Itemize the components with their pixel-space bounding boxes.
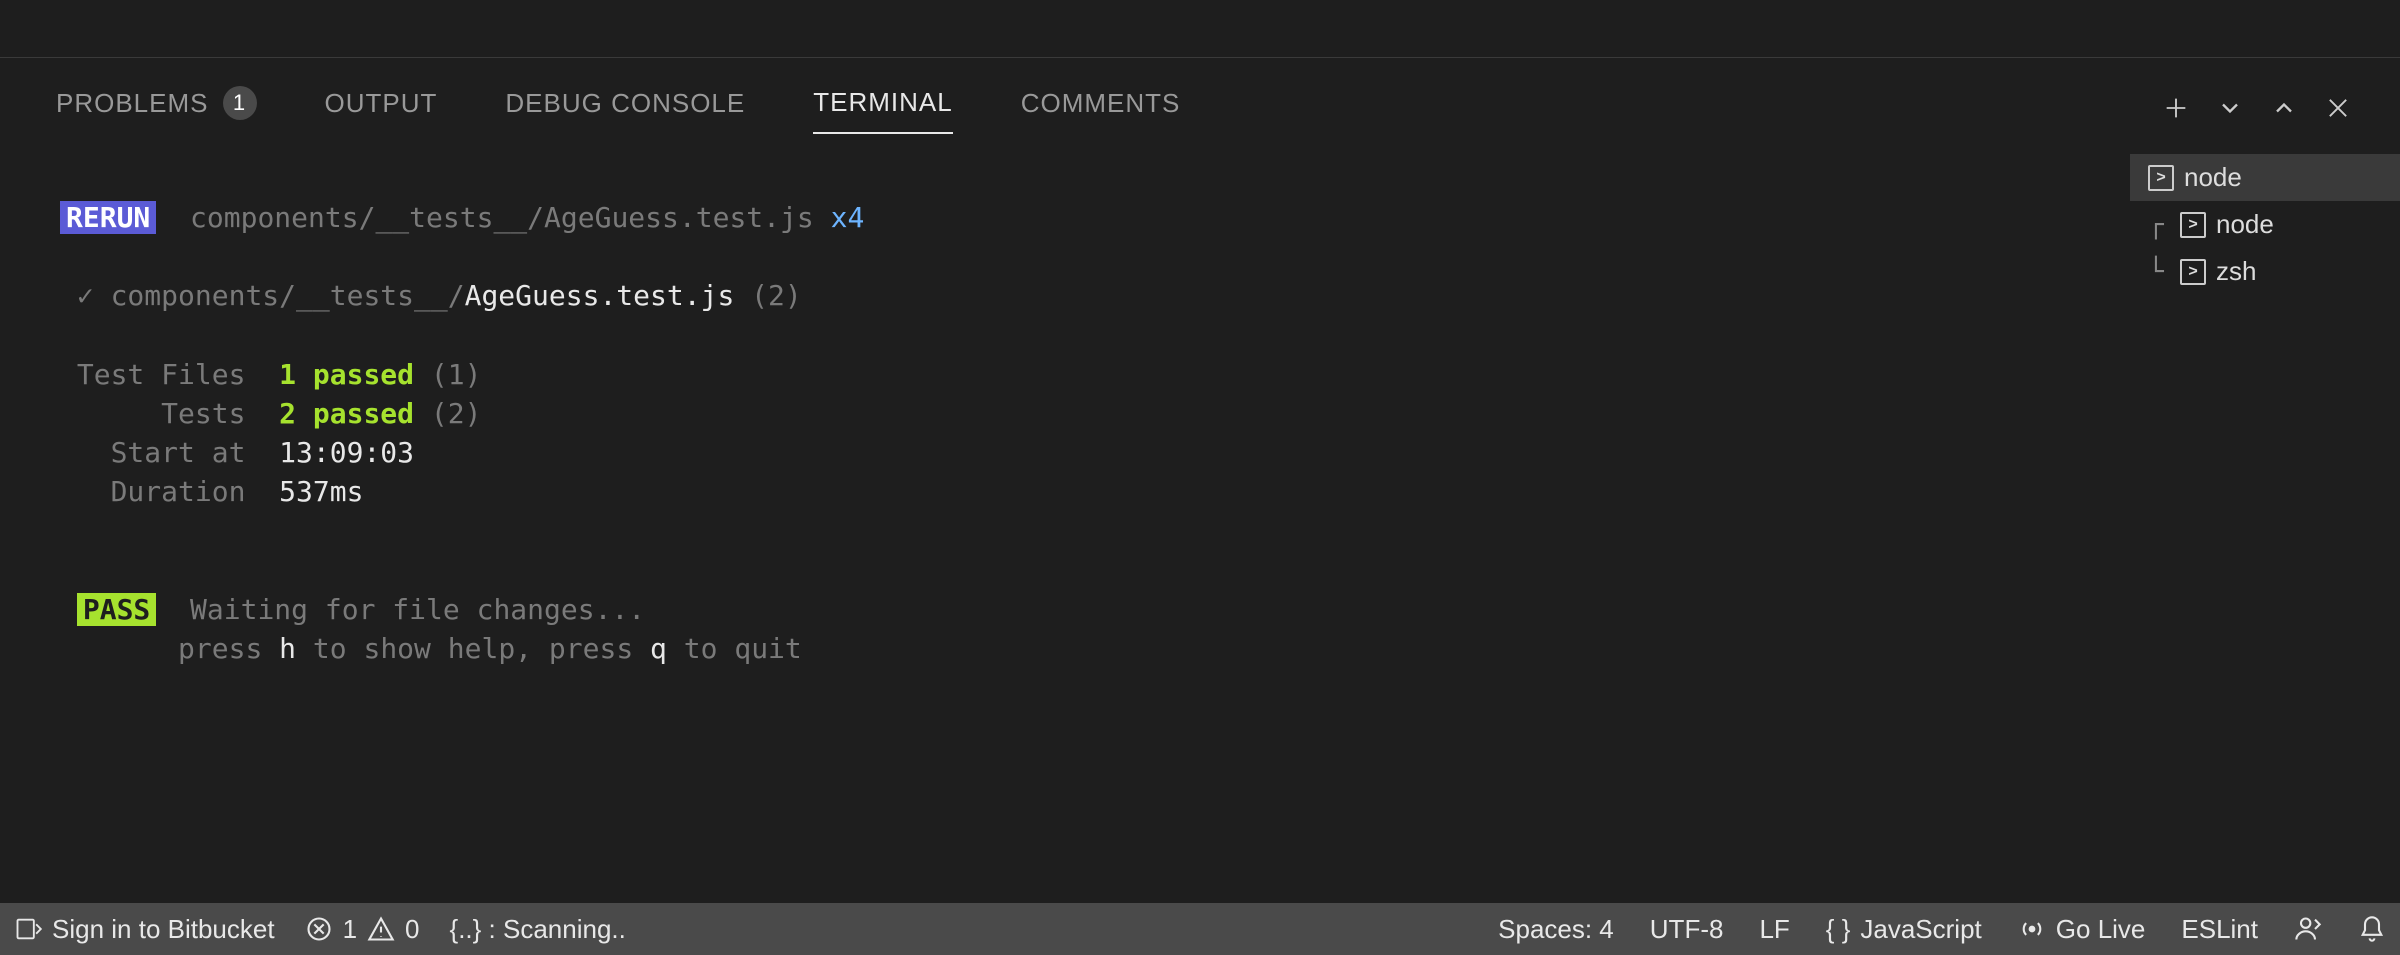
status-label: {..} : Scanning.. (450, 914, 626, 945)
braces-icon: { } (1826, 914, 1851, 945)
panel-tabs: PROBLEMS 1 OUTPUT DEBUG CONSOLE TERMINAL… (0, 58, 2400, 148)
status-label: Go Live (2056, 914, 2146, 945)
status-label: JavaScript (1860, 914, 1981, 945)
status-bar: Sign in to Bitbucket 1 0 {..} : Scanning… (0, 903, 2400, 955)
status-label: ESLint (2181, 914, 2258, 945)
status-label: Sign in to Bitbucket (52, 914, 275, 945)
status-eol[interactable]: LF (1759, 914, 1789, 945)
test-files-total: (1) (414, 358, 481, 391)
status-eslint[interactable]: ESLint (2181, 914, 2258, 945)
close-panel-icon[interactable] (2324, 94, 2352, 127)
terminal-list-item[interactable]: └ > zsh (2130, 248, 2400, 295)
bell-icon (2358, 915, 2386, 943)
status-spaces[interactable]: Spaces: 4 (1498, 914, 1614, 945)
label-tests: Tests (77, 397, 279, 430)
error-count: 1 (343, 914, 357, 945)
waiting-text: Waiting for file changes... (190, 593, 645, 626)
help-mid: to show help, press (296, 632, 650, 665)
bottom-panel: PROBLEMS 1 OUTPUT DEBUG CONSOLE TERMINAL… (0, 58, 2400, 903)
status-left: Sign in to Bitbucket 1 0 {..} : Scanning… (14, 914, 626, 945)
rerun-count: x4 (831, 201, 865, 234)
tab-label: TERMINAL (813, 87, 952, 118)
tab-label: DEBUG CONSOLE (505, 88, 745, 119)
new-terminal-icon[interactable] (2162, 94, 2190, 127)
tree-connector: ┌ (2148, 210, 2170, 240)
terminal-icon: > (2148, 165, 2174, 191)
tab-terminal[interactable]: TERMINAL (813, 87, 952, 134)
check-icon: ✓ (77, 279, 94, 312)
file-name: AgeGuess.test.js (465, 279, 735, 312)
terminal-list: > node ┌ > node └ > zsh (2130, 148, 2400, 903)
help-q-key: q (650, 632, 667, 665)
error-icon (305, 915, 333, 943)
status-scanning[interactable]: {..} : Scanning.. (450, 914, 626, 945)
status-go-live[interactable]: Go Live (2018, 914, 2146, 945)
bitbucket-icon (14, 915, 42, 943)
warning-icon (367, 915, 395, 943)
terminal-output[interactable]: RERUN components/__tests__/AgeGuess.test… (0, 148, 2130, 903)
tab-label: PROBLEMS (56, 88, 209, 119)
terminal-label: zsh (2216, 256, 2256, 287)
rerun-path: components/__tests__/AgeGuess.test.js (190, 201, 814, 234)
editor-area-placeholder (0, 0, 2400, 58)
terminal-list-item[interactable]: ┌ > node (2130, 201, 2400, 248)
panel-actions (2162, 94, 2370, 127)
tab-label: COMMENTS (1021, 88, 1181, 119)
terminal-label: node (2184, 162, 2242, 193)
tree-connector: └ (2148, 257, 2170, 287)
status-feedback[interactable] (2294, 915, 2322, 943)
tab-debug-console[interactable]: DEBUG CONSOLE (505, 88, 745, 133)
person-icon (2294, 915, 2322, 943)
status-notifications[interactable] (2358, 915, 2386, 943)
warning-count: 0 (405, 914, 419, 945)
status-errors-warnings[interactable]: 1 0 (305, 914, 420, 945)
rerun-badge: RERUN (60, 201, 156, 234)
terminal-split-dropdown-icon[interactable] (2216, 94, 2244, 127)
terminal-list-item[interactable]: > node (2130, 154, 2400, 201)
status-label: UTF-8 (1650, 914, 1724, 945)
label-duration: Duration (77, 475, 279, 508)
problems-badge: 1 (223, 86, 257, 120)
help-h-key: h (279, 632, 296, 665)
broadcast-icon (2018, 915, 2046, 943)
label-test-files: Test Files (77, 358, 279, 391)
start-time: 13:09:03 (279, 436, 414, 469)
status-label: LF (1759, 914, 1789, 945)
tab-comments[interactable]: COMMENTS (1021, 88, 1181, 133)
test-files-passed: 1 passed (279, 358, 414, 391)
tab-label: OUTPUT (325, 88, 438, 119)
status-bitbucket[interactable]: Sign in to Bitbucket (14, 914, 275, 945)
file-prefix: components/__tests__/ (111, 279, 465, 312)
help-suffix: to quit (667, 632, 802, 665)
label-start: Start at (77, 436, 279, 469)
maximize-panel-icon[interactable] (2270, 94, 2298, 127)
terminal-label: node (2216, 209, 2274, 240)
terminal-icon: > (2180, 212, 2206, 238)
status-encoding[interactable]: UTF-8 (1650, 914, 1724, 945)
tests-total: (2) (414, 397, 481, 430)
tab-output[interactable]: OUTPUT (325, 88, 438, 133)
file-suffix: (2) (734, 279, 801, 312)
status-right: Spaces: 4 UTF-8 LF { } JavaScript Go Liv… (1498, 914, 2386, 945)
duration-value: 537ms (279, 475, 363, 508)
status-language[interactable]: { } JavaScript (1826, 914, 1982, 945)
tab-problems[interactable]: PROBLEMS 1 (56, 86, 257, 134)
tests-passed: 2 passed (279, 397, 414, 430)
panel-body: RERUN components/__tests__/AgeGuess.test… (0, 148, 2400, 903)
help-prefix: press (178, 632, 279, 665)
status-label: Spaces: 4 (1498, 914, 1614, 945)
pass-badge: PASS (77, 593, 156, 626)
terminal-icon: > (2180, 259, 2206, 285)
